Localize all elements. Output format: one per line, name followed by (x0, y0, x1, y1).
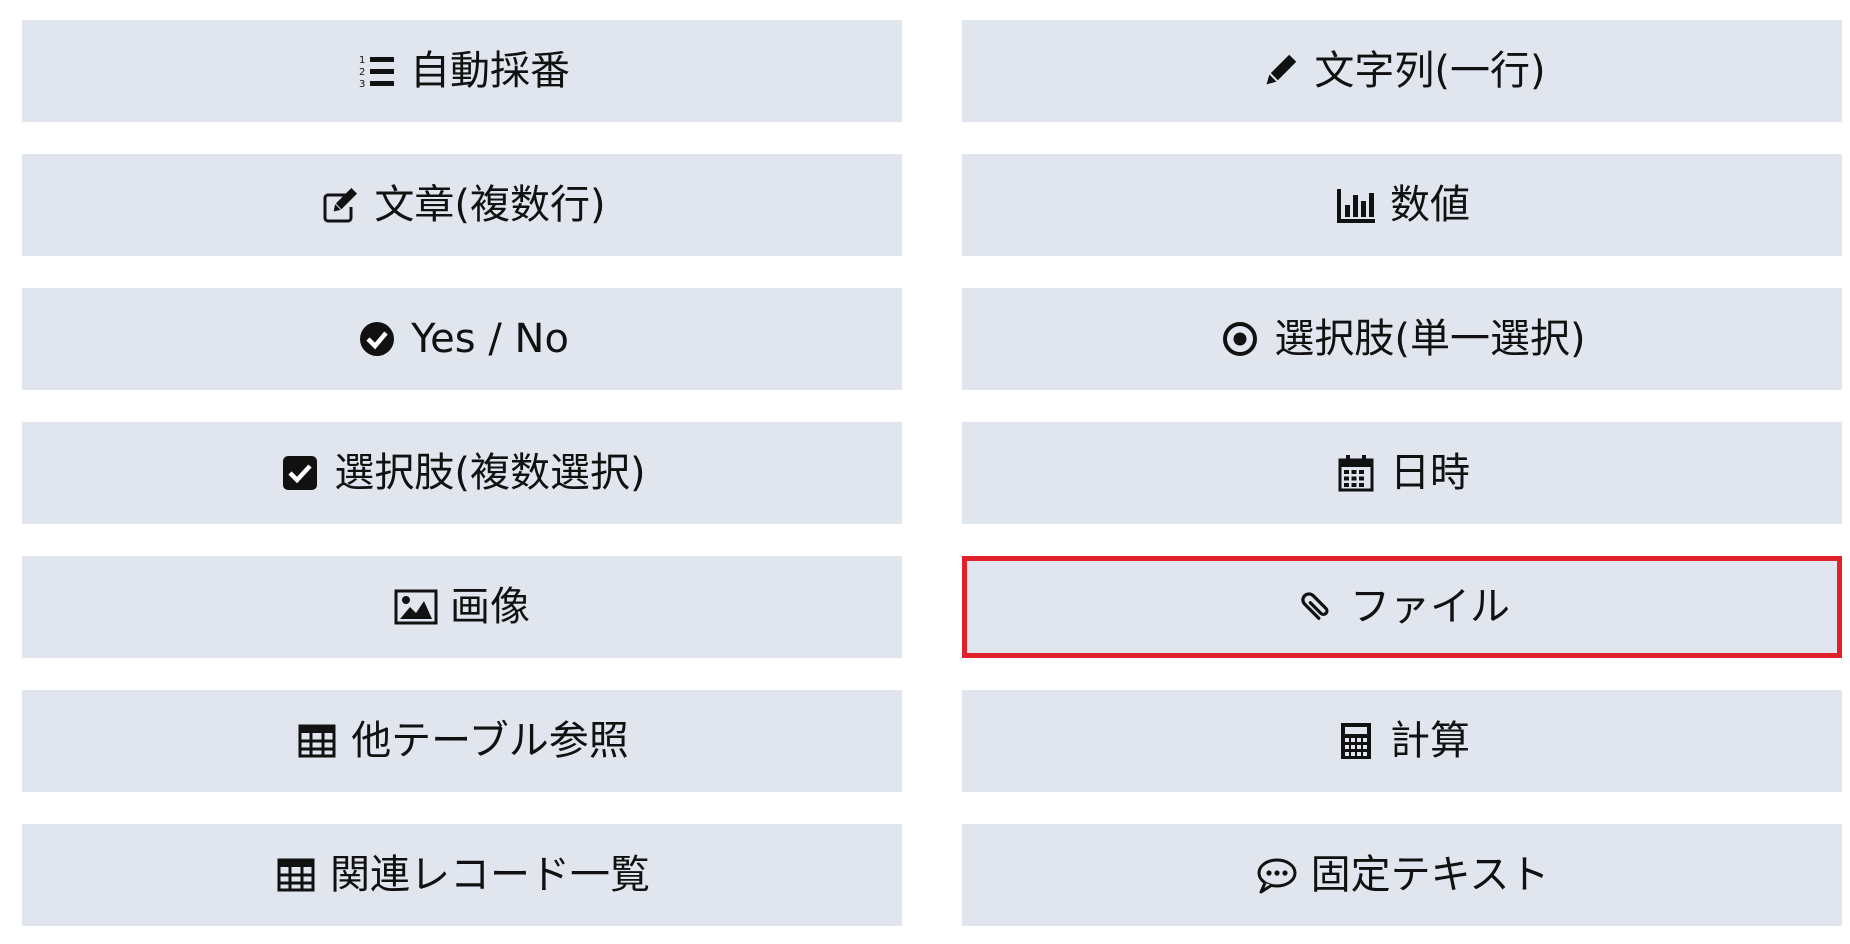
image-icon (394, 585, 438, 629)
datetime-button[interactable]: 日時 (962, 422, 1842, 524)
dot-circle-icon (1218, 317, 1262, 361)
paperclip-icon (1294, 585, 1338, 629)
fixed-text-button[interactable]: 固定テキスト (962, 824, 1842, 926)
yes-no-label: Yes / No (411, 316, 569, 362)
field-type-grid: 1 2 3 自動採番 文字列(一行) 文章(複数行) 数値 Yes / No 選… (22, 20, 1842, 926)
calendar-icon (1334, 451, 1378, 495)
table-icon (274, 853, 318, 897)
check-circle-icon (355, 317, 399, 361)
multi-select-button[interactable]: 選択肢(複数選択) (22, 422, 902, 524)
image-label: 画像 (450, 584, 530, 630)
autonumber-label: 自動採番 (410, 48, 570, 94)
svg-text:1: 1 (359, 55, 365, 66)
image-button[interactable]: 画像 (22, 556, 902, 658)
lookup-button[interactable]: 他テーブル参照 (22, 690, 902, 792)
table-icon (295, 719, 339, 763)
list-ol-icon: 1 2 3 (354, 49, 398, 93)
yes-no-button[interactable]: Yes / No (22, 288, 902, 390)
calc-label: 計算 (1390, 718, 1470, 764)
svg-text:3: 3 (359, 79, 365, 90)
calculator-icon (1334, 719, 1378, 763)
edit-icon (318, 183, 362, 227)
related-list-button[interactable]: 関連レコード一覧 (22, 824, 902, 926)
datetime-label: 日時 (1390, 450, 1470, 496)
number-label: 数値 (1390, 182, 1470, 228)
text-single-button[interactable]: 文字列(一行) (962, 20, 1842, 122)
calc-button[interactable]: 計算 (962, 690, 1842, 792)
lookup-label: 他テーブル参照 (351, 718, 629, 764)
text-multi-button[interactable]: 文章(複数行) (22, 154, 902, 256)
single-select-label: 選択肢(単一選択) (1274, 316, 1586, 362)
text-multi-label: 文章(複数行) (374, 182, 606, 228)
file-button[interactable]: ファイル (962, 556, 1842, 658)
comment-dots-icon (1255, 853, 1299, 897)
text-single-label: 文字列(一行) (1314, 48, 1546, 94)
svg-text:2: 2 (359, 67, 365, 78)
bar-chart-icon (1334, 183, 1378, 227)
single-select-button[interactable]: 選択肢(単一選択) (962, 288, 1842, 390)
related-list-label: 関連レコード一覧 (330, 852, 650, 898)
file-label: ファイル (1350, 584, 1510, 630)
check-square-icon (278, 451, 322, 495)
fixed-text-label: 固定テキスト (1310, 852, 1550, 898)
autonumber-button[interactable]: 1 2 3 自動採番 (22, 20, 902, 122)
pencil-icon (1258, 49, 1302, 93)
multi-select-label: 選択肢(複数選択) (334, 450, 646, 496)
number-button[interactable]: 数値 (962, 154, 1842, 256)
